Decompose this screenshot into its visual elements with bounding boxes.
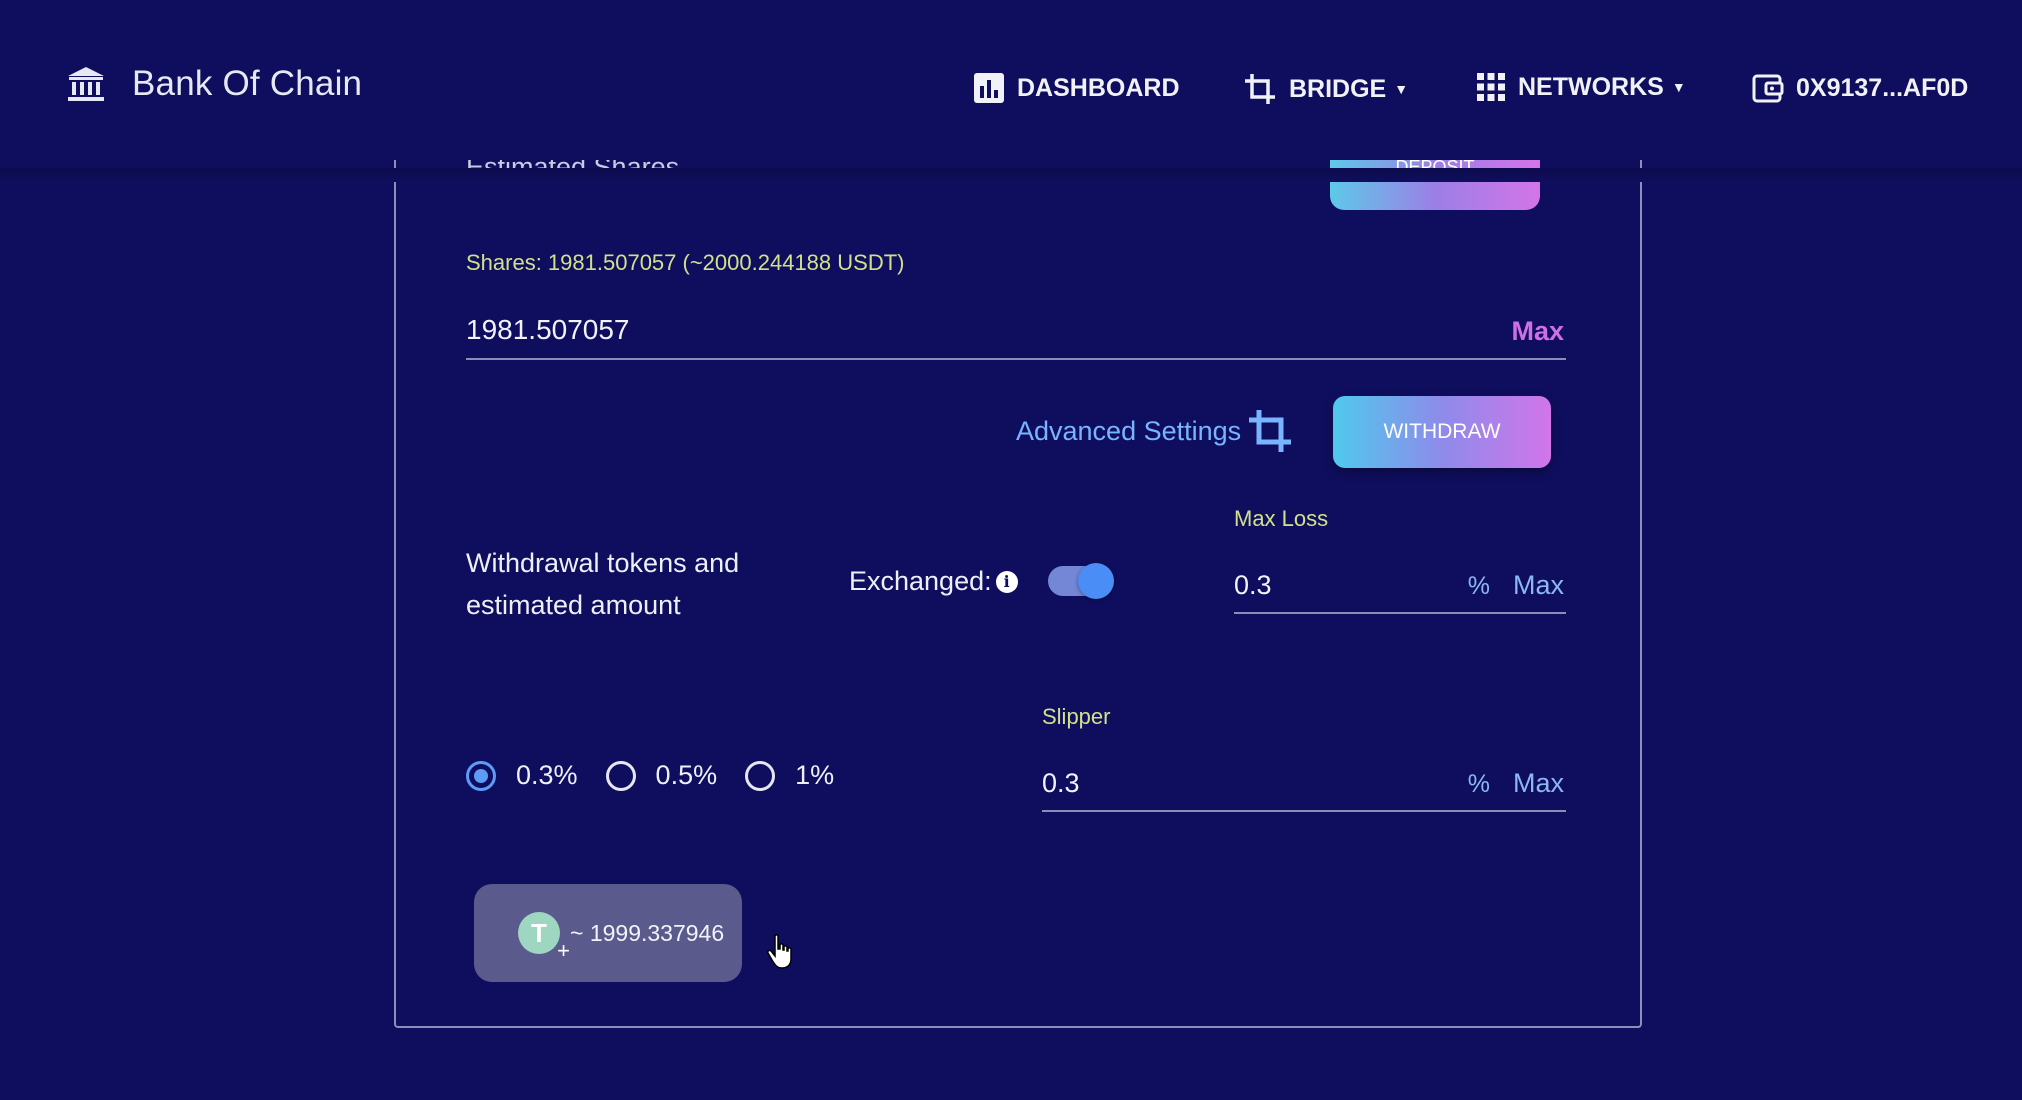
max-loss-unit: % <box>1467 572 1490 600</box>
slippage-option-label: 0.5% <box>655 760 718 790</box>
wallet-address: 0X9137...AF0D <box>1796 73 1969 102</box>
chart-icon <box>974 73 1004 103</box>
radio-unchecked-icon <box>745 760 776 791</box>
slipper-max-button[interactable]: Max <box>1513 768 1564 799</box>
brand[interactable]: Bank Of Chain <box>66 64 362 104</box>
token-estimate-chip[interactable]: T + ~ 1999.337946 <box>474 884 742 982</box>
hand-cursor-icon <box>767 934 792 969</box>
max-loss-max-button[interactable]: Max <box>1513 570 1564 601</box>
wallet-button[interactable]: 0X9137...AF0D <box>1752 72 1968 104</box>
slippage-option-label: 0.3% <box>516 760 578 790</box>
chevron-down-icon: ▼ <box>1671 79 1686 95</box>
max-loss-label: Max Loss <box>1234 506 1329 531</box>
nav-networks[interactable]: NETWORKS ▼ <box>1476 72 1686 102</box>
crop-icon <box>1249 410 1292 452</box>
radio-checked-icon <box>466 760 496 791</box>
slipper-input[interactable]: 0.3 % Max <box>1042 762 1566 812</box>
slippage-option-0-3[interactable]: 0.3% <box>466 760 578 791</box>
brand-name: Bank Of Chain <box>132 64 363 103</box>
token-estimate-amount: ~ 1999.337946 <box>570 919 725 946</box>
slippage-option-0-5[interactable]: 0.5% <box>605 760 718 791</box>
nav-bridge[interactable]: BRIDGE ▼ <box>1243 72 1408 106</box>
nav-bridge-label: BRIDGE <box>1289 74 1387 103</box>
withdrawal-tokens-label-line1: Withdrawal tokens and <box>466 548 740 578</box>
withdrawal-tokens-label: Withdrawal tokens and estimated amount <box>466 542 739 626</box>
slipper-value[interactable]: 0.3 <box>1042 768 1080 799</box>
advanced-settings-toggle[interactable]: Advanced Settings <box>1016 406 1295 456</box>
amount-max-button[interactable]: Max <box>1511 316 1564 347</box>
slipper-label: Slipper <box>1042 704 1111 729</box>
exchanged-text: Exchanged: <box>849 566 992 596</box>
nav-dashboard[interactable]: DASHBOARD <box>973 72 1180 104</box>
max-loss-value[interactable]: 0.3 <box>1234 570 1272 601</box>
nav-networks-label: NETWORKS <box>1518 72 1664 101</box>
withdraw-amount-value[interactable]: 1981.507057 <box>466 314 630 346</box>
info-icon[interactable]: i <box>995 570 1018 593</box>
withdraw-button[interactable]: WITHDRAW <box>1333 396 1551 468</box>
shares-info: Shares: 1981.507057 (~2000.244188 USDT) <box>466 250 905 275</box>
advanced-settings-label: Advanced Settings <box>1016 415 1242 446</box>
withdrawal-tokens-label-line2: estimated amount <box>466 590 681 620</box>
nav-dashboard-label: DASHBOARD <box>1017 73 1180 102</box>
exchanged-toggle[interactable] <box>1048 563 1114 599</box>
slippage-options: 0.3% 0.5% 1% <box>466 760 862 791</box>
radio-unchecked-icon <box>605 760 636 791</box>
slippage-option-label: 1% <box>795 760 835 790</box>
bank-icon <box>68 67 104 101</box>
crop-icon <box>1245 74 1275 104</box>
slippage-option-1[interactable]: 1% <box>745 760 834 791</box>
withdraw-amount-input[interactable]: 1981.507057 Max <box>466 310 1566 360</box>
wallet-icon <box>1752 74 1784 103</box>
chevron-down-icon: ▼ <box>1394 81 1409 97</box>
grid-icon <box>1477 73 1505 101</box>
max-loss-input[interactable]: 0.3 % Max <box>1234 564 1566 614</box>
slipper-unit: % <box>1467 770 1490 798</box>
top-navbar: Bank Of Chain DASHBOARD BRIDGE ▼ NETWORK… <box>0 0 2022 178</box>
toggle-knob <box>1078 563 1114 599</box>
exchanged-label: Exchanged: i <box>849 566 1018 597</box>
usdt-icon: T + <box>518 912 570 963</box>
header-shadow <box>0 168 2022 182</box>
plus-icon: + <box>557 938 570 963</box>
